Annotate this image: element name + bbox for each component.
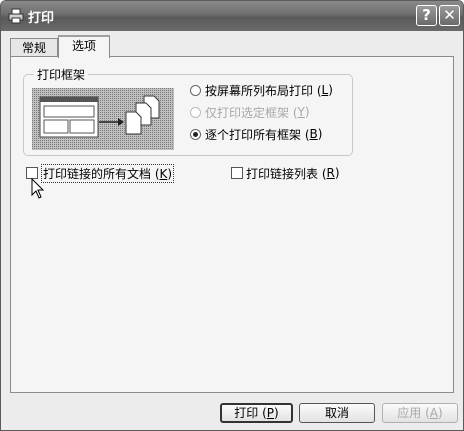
hotkey-l: L <box>321 83 329 97</box>
link-table-label: 打印链接列表 ( <box>246 166 327 181</box>
tab-options[interactable]: 选项 <box>58 35 110 58</box>
radio-selected-dot <box>193 131 198 137</box>
checkbox-box[interactable] <box>231 167 243 179</box>
linked-docs-suffix: ) <box>167 166 173 181</box>
link-table-suffix: ) <box>334 166 340 180</box>
mouse-cursor-icon <box>31 178 45 199</box>
radio-selected-frame-suffix: ) <box>304 105 310 119</box>
print-button[interactable]: 打印 (P) <box>220 403 293 423</box>
hotkey-b: B <box>309 127 318 141</box>
radio-layout-as-screen[interactable]: 按屏幕所列布局打印 (L) <box>190 82 333 98</box>
tab-general[interactable]: 常规 <box>10 38 58 57</box>
help-button[interactable]: ? <box>416 5 437 26</box>
apply-label: 应用 ( <box>397 406 430 420</box>
close-button[interactable]: ✕ <box>439 5 460 26</box>
hotkey-r: R <box>326 166 335 180</box>
apply-button[interactable]: 应用 (A) <box>382 403 458 423</box>
hotkey-a: A <box>429 406 439 420</box>
radio-layout-label: 按屏幕所列布局打印 ( <box>205 83 322 98</box>
print-label: 打印 ( <box>234 406 267 420</box>
linked-docs-label: 打印链接的所有文档 (K) <box>41 163 175 183</box>
radio-selected-frame-label: 仅打印选定框架 ( <box>205 105 298 120</box>
window-title: 打印 <box>28 11 55 26</box>
print-frames-legend: 打印框架 <box>34 66 89 83</box>
cancel-button[interactable]: 取消 <box>299 403 375 423</box>
frames-illustration <box>32 88 174 150</box>
print-dialog: 打印 ? ✕ 常规 选项 打印框架 按屏幕所列布局打印 (L) 仅打印选定框… <box>0 0 464 431</box>
print-frames-group: 打印框架 按屏幕所列布局打印 (L) 仅打印选定框架 (Y) 逐个打印所… <box>23 66 353 156</box>
linked-docs-text: 打印链接的所有文档 ( <box>43 166 160 181</box>
hotkey-p: P <box>266 406 275 420</box>
checkbox-print-link-table[interactable]: 打印链接列表 (R) <box>231 165 340 181</box>
radio-all-frames-suffix: ) <box>317 127 323 141</box>
radio-all-frames-label: 逐个打印所有框架 ( <box>205 127 310 142</box>
radio-button[interactable] <box>190 106 201 118</box>
radio-button[interactable] <box>190 128 201 140</box>
title-bar: 打印 ? ✕ <box>1 1 463 31</box>
radio-layout-suffix: ) <box>328 83 333 97</box>
radio-selected-frame-only[interactable]: 仅打印选定框架 (Y) <box>190 104 310 120</box>
apply-suffix: ) <box>438 406 443 420</box>
radio-all-frames-individually[interactable]: 逐个打印所有框架 (B) <box>190 126 322 142</box>
options-panel: 打印框架 按屏幕所列布局打印 (L) 仅打印选定框架 (Y) 逐个打印所… <box>10 56 454 393</box>
checkbox-print-linked-docs[interactable]: 打印链接的所有文档 (K) <box>26 163 175 183</box>
hotkey-y: Y <box>297 105 305 119</box>
radio-button[interactable] <box>190 84 201 96</box>
print-suffix: ) <box>274 406 279 420</box>
printer-icon <box>8 8 24 24</box>
